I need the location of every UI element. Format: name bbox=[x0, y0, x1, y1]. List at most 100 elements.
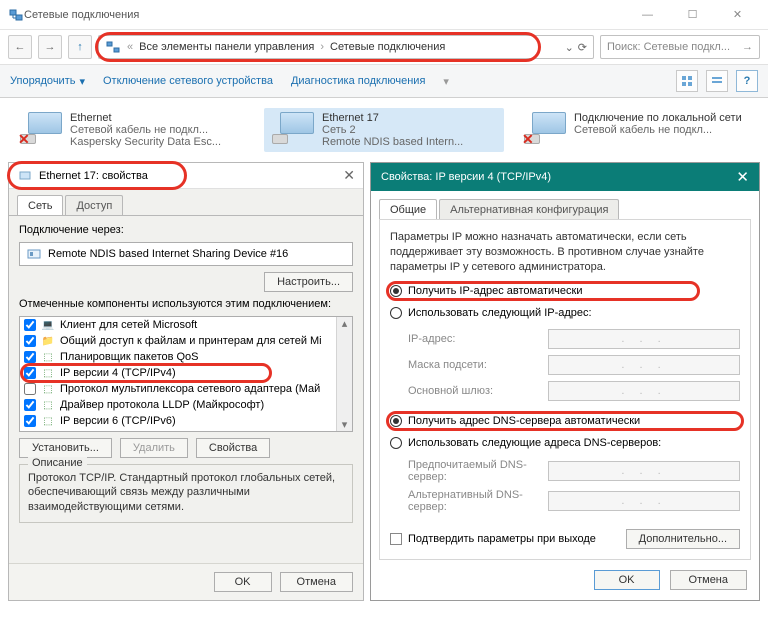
use-ip-manual-radio[interactable]: Использовать следующий IP-адрес: bbox=[390, 307, 740, 319]
description-label: Описание bbox=[28, 457, 87, 469]
close-icon[interactable]: ✕ bbox=[343, 167, 355, 184]
remove-button[interactable]: Удалить bbox=[120, 438, 188, 458]
dialog-titlebar: Ethernet 17: свойства ✕ bbox=[9, 163, 363, 189]
connection-item[interactable]: ✕ Подключение по локальной сети Сетевой … bbox=[516, 108, 756, 152]
ip-address-input[interactable]: . . . bbox=[548, 329, 740, 349]
connection-adapter: Kaspersky Security Data Esc... bbox=[70, 136, 221, 148]
refresh-icon[interactable]: ⟳ bbox=[578, 41, 587, 54]
nic-icon bbox=[26, 246, 42, 262]
radio-icon bbox=[390, 307, 402, 319]
search-input[interactable]: Поиск: Сетевые подкл... → bbox=[600, 35, 760, 59]
components-label: Отмеченные компоненты используются этим … bbox=[19, 298, 353, 310]
dialog-title: Ethernet 17: свойства bbox=[39, 170, 148, 182]
component-checkbox[interactable] bbox=[24, 335, 36, 347]
view-icons-button[interactable] bbox=[676, 70, 698, 92]
back-button[interactable]: ← bbox=[8, 35, 32, 59]
protocol-icon: ⬚ bbox=[41, 414, 55, 428]
dns2-input[interactable]: . . . bbox=[548, 491, 740, 511]
help-button[interactable]: ? bbox=[736, 70, 758, 92]
dns1-input[interactable]: . . . bbox=[548, 461, 740, 481]
address-bar[interactable]: « Все элементы панели управления › Сетев… bbox=[98, 35, 594, 59]
gateway-input[interactable]: . . . bbox=[548, 381, 740, 401]
component-checkbox[interactable] bbox=[24, 399, 36, 411]
checkbox-label: Подтвердить параметры при выходе bbox=[408, 533, 596, 545]
scrollbar[interactable]: ▴▾ bbox=[336, 317, 352, 431]
radio-icon bbox=[390, 437, 402, 449]
components-list[interactable]: 💻Клиент для сетей Microsoft 📁Общий досту… bbox=[19, 316, 353, 432]
component-checkbox[interactable] bbox=[24, 351, 36, 363]
adapter-icon: ✕ bbox=[18, 112, 62, 148]
component-label: Драйвер протокола LLDP (Майкрософт) bbox=[60, 399, 264, 411]
obtain-ip-auto-radio[interactable]: Получить IP-адрес автоматически bbox=[390, 285, 740, 297]
adapter-icon bbox=[270, 112, 314, 148]
cancel-button[interactable]: Отмена bbox=[670, 570, 747, 590]
window-title: Сетевые подключения bbox=[24, 9, 625, 21]
component-checkbox[interactable] bbox=[24, 367, 36, 379]
close-button[interactable]: ✕ bbox=[715, 1, 760, 29]
use-dns-manual-radio[interactable]: Использовать следующие адреса DNS-сервер… bbox=[390, 437, 740, 449]
connection-item[interactable]: ✕ Ethernet Сетевой кабель не подкл... Ka… bbox=[12, 108, 252, 152]
advanced-button[interactable]: Дополнительно... bbox=[626, 529, 740, 549]
address-dropdown-icon[interactable]: ⌄ bbox=[565, 41, 574, 54]
install-button[interactable]: Установить... bbox=[19, 438, 112, 458]
dns2-label: Альтернативный DNS-сервер: bbox=[408, 489, 548, 513]
description-text: Протокол TCP/IP. Стандартный протокол гл… bbox=[28, 471, 344, 514]
validate-on-exit-checkbox[interactable]: Подтвердить параметры при выходе bbox=[390, 533, 596, 545]
radio-label: Использовать следующий IP-адрес: bbox=[408, 307, 592, 319]
disable-device-button[interactable]: Отключение сетевого устройства bbox=[103, 75, 273, 87]
window-titlebar: Сетевые подключения — ☐ ✕ bbox=[0, 0, 768, 30]
obtain-dns-auto-radio[interactable]: Получить адрес DNS-сервера автоматически bbox=[390, 415, 740, 427]
configure-button[interactable]: Настроить... bbox=[264, 272, 353, 292]
checkbox-icon bbox=[390, 533, 402, 545]
connection-item[interactable]: Ethernet 17 Сеть 2 Remote NDIS based Int… bbox=[264, 108, 504, 152]
tab-general[interactable]: Общие bbox=[379, 199, 437, 219]
subnet-mask-input[interactable]: . . . bbox=[548, 355, 740, 375]
description-group: Описание Протокол TCP/IP. Стандартный пр… bbox=[19, 464, 353, 523]
search-go-icon[interactable]: → bbox=[742, 41, 753, 53]
command-bar: Упорядочить ▾ Отключение сетевого устрой… bbox=[0, 64, 768, 98]
up-button[interactable]: ↑ bbox=[68, 35, 92, 59]
component-checkbox[interactable] bbox=[24, 415, 36, 427]
connection-status: Сетевой кабель не подкл... bbox=[70, 124, 221, 136]
minimize-button[interactable]: — bbox=[625, 1, 670, 29]
tab-alternative[interactable]: Альтернативная конфигурация bbox=[439, 199, 619, 219]
overflow-menu[interactable]: ▾ bbox=[443, 75, 449, 88]
component-checkbox[interactable] bbox=[24, 319, 36, 331]
ip-address-label: IP-адрес: bbox=[408, 333, 548, 345]
forward-button[interactable]: → bbox=[38, 35, 62, 59]
address-row: ← → ↑ « Все элементы панели управления ›… bbox=[0, 30, 768, 64]
radio-label: Использовать следующие адреса DNS-сервер… bbox=[408, 437, 661, 449]
component-label: IP версии 4 (TCP/IPv4) bbox=[60, 367, 176, 379]
adapter-small-icon bbox=[17, 168, 33, 184]
tab-network[interactable]: Сеть bbox=[17, 195, 63, 215]
component-label: Протокол мультиплексора сетевого адаптер… bbox=[60, 383, 320, 395]
radio-label: Получить IP-адрес автоматически bbox=[408, 285, 582, 297]
component-label: IP версии 6 (TCP/IPv6) bbox=[60, 415, 176, 427]
tab-access[interactable]: Доступ bbox=[65, 195, 123, 215]
ok-button[interactable]: OK bbox=[594, 570, 660, 590]
organize-menu[interactable]: Упорядочить ▾ bbox=[10, 75, 85, 88]
diagnose-button[interactable]: Диагностика подключения bbox=[291, 75, 425, 87]
connection-status: Сеть 2 bbox=[322, 124, 463, 136]
breadcrumb-item[interactable]: Все элементы панели управления bbox=[139, 41, 314, 53]
connection-name: Подключение по локальной сети bbox=[574, 112, 742, 124]
ok-button[interactable]: OK bbox=[214, 572, 272, 592]
qos-icon: ⬚ bbox=[41, 350, 55, 364]
maximize-button[interactable]: ☐ bbox=[670, 1, 715, 29]
component-checkbox[interactable] bbox=[24, 383, 36, 395]
crumb-sep: › bbox=[320, 41, 324, 53]
view-details-button[interactable] bbox=[706, 70, 728, 92]
connection-name: Ethernet 17 bbox=[322, 112, 463, 124]
properties-button[interactable]: Свойства bbox=[196, 438, 270, 458]
cancel-button[interactable]: Отмена bbox=[280, 572, 353, 592]
radio-icon bbox=[390, 415, 402, 427]
connection-name: Ethernet bbox=[70, 112, 221, 124]
network-icon bbox=[105, 39, 121, 55]
connections-panel: ✕ Ethernet Сетевой кабель не подкл... Ka… bbox=[0, 98, 768, 158]
close-icon[interactable]: ✕ bbox=[736, 168, 749, 186]
intro-text: Параметры IP можно назначать автоматичес… bbox=[390, 230, 740, 275]
breadcrumb-item[interactable]: Сетевые подключения bbox=[330, 41, 445, 53]
dialog-tabs: Сеть Доступ bbox=[9, 189, 363, 215]
disconnected-x-icon: ✕ bbox=[522, 131, 534, 148]
dns1-label: Предпочитаемый DNS-сервер: bbox=[408, 459, 548, 483]
